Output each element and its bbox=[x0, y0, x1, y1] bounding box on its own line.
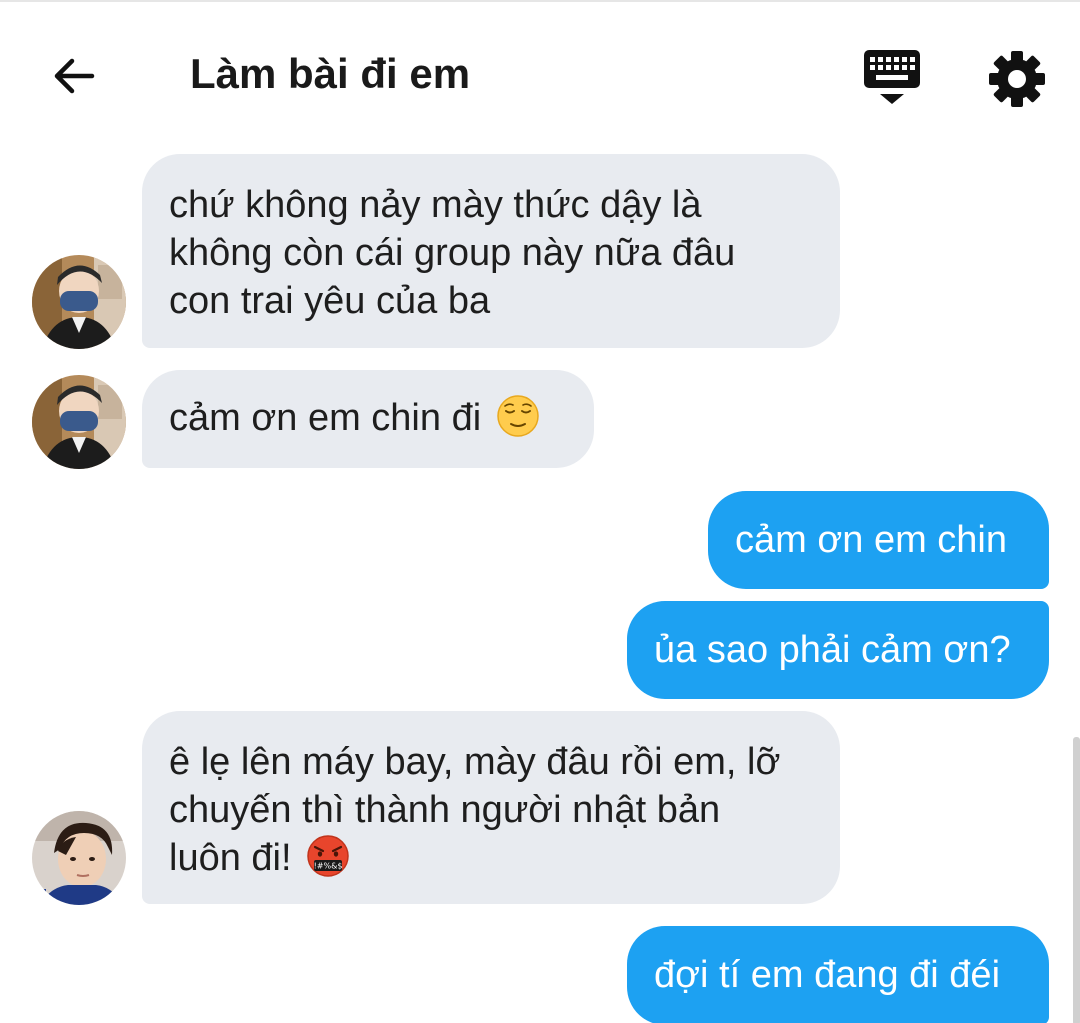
scrollbar[interactable] bbox=[1073, 737, 1080, 1023]
avatar[interactable] bbox=[32, 811, 126, 905]
message-bubble-outgoing[interactable]: ủa sao phải cảm ơn? bbox=[627, 601, 1049, 699]
message-bubble-incoming[interactable]: cảm ơn em chin đi bbox=[142, 370, 594, 468]
avatar[interactable] bbox=[32, 375, 126, 469]
message-text: ủa sao phải cảm ơn? bbox=[654, 629, 1011, 671]
settings-button[interactable] bbox=[986, 48, 1048, 110]
message-text: đợi tí em đang đi đéi bbox=[654, 954, 1001, 996]
svg-text:!#%&$: !#%&$ bbox=[314, 862, 343, 871]
message-bubble-outgoing[interactable]: cảm ơn em chin bbox=[708, 491, 1049, 589]
keyboard-icon bbox=[864, 50, 920, 104]
avatar-image bbox=[32, 255, 126, 349]
message-bubble-incoming[interactable]: chứ không nảy mày thức dậy là không còn … bbox=[142, 154, 840, 348]
keyboard-toggle-button[interactable] bbox=[858, 46, 926, 110]
message-text: cảm ơn em chin đi bbox=[169, 397, 492, 439]
relieved-face-emoji bbox=[496, 395, 539, 437]
arrow-left-icon bbox=[54, 58, 95, 94]
chat-header: Làm bài đi em bbox=[0, 2, 1080, 150]
face-with-symbols-on-mouth-emoji: !#%&$ bbox=[307, 835, 349, 877]
message-text: ê lẹ lên máy bay, mày đâu rồi em, lỡ chu… bbox=[169, 741, 781, 879]
chat-title: Làm bài đi em bbox=[190, 50, 471, 97]
avatar-image bbox=[32, 811, 126, 905]
avatar[interactable] bbox=[32, 255, 126, 349]
message-bubble-outgoing[interactable]: đợi tí em đang đi đéi bbox=[627, 926, 1049, 1023]
avatar-image bbox=[32, 375, 126, 469]
gear-icon bbox=[989, 51, 1045, 107]
back-button[interactable] bbox=[44, 46, 104, 106]
message-text: cảm ơn em chin bbox=[735, 519, 1008, 561]
message-text: chứ không nảy mày thức dậy là không còn … bbox=[169, 184, 736, 322]
message-bubble-incoming[interactable]: ê lẹ lên máy bay, mày đâu rồi em, lỡ chu… bbox=[142, 711, 840, 904]
chat-screen: Làm bài đi em chứ không nảy mày thức dậy… bbox=[0, 0, 1080, 1023]
